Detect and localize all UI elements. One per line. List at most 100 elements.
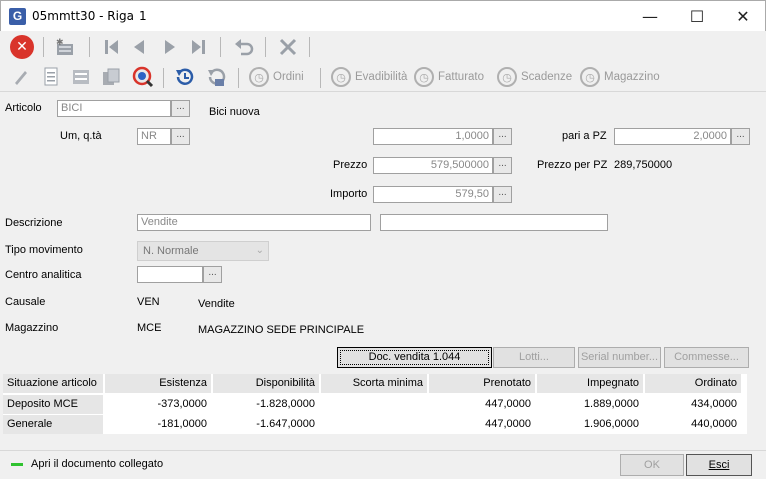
fatturato-button[interactable]: ◷ Fatturato (414, 66, 484, 88)
table-cell: -181,0000 (157, 418, 207, 430)
scadenze-label: Scadenze (521, 71, 573, 83)
importo-field[interactable]: 579,50 (373, 186, 493, 203)
table-row-label: Deposito MCE (3, 395, 103, 414)
undo-icon[interactable] (232, 36, 256, 58)
toolbar-separator (309, 37, 310, 57)
close-window-button[interactable]: ✕ (720, 1, 766, 32)
centro-analitica-field[interactable] (137, 266, 203, 283)
edit-pencil-icon[interactable] (10, 66, 32, 88)
magazzino-description: MAGAZZINO SEDE PRINCIPALE (198, 324, 365, 336)
cancel-record-icon[interactable]: ✕ (10, 35, 34, 59)
situazione-articolo-table: Situazione articolo Esistenza Disponibil… (3, 374, 747, 434)
evadibilita-button[interactable]: ◷ Evadibilità (331, 66, 407, 88)
um-lookup-button[interactable]: ... (171, 128, 190, 145)
table-cell: 447,0000 (485, 398, 531, 410)
serial-number-button[interactable]: Serial number... (578, 347, 661, 368)
window-record-number: 1 (139, 9, 147, 23)
history-icon[interactable] (172, 65, 196, 89)
maximize-button[interactable]: ☐ (674, 1, 720, 32)
articolo-lookup-button[interactable]: ... (171, 100, 190, 117)
ordini-label: Ordini (273, 71, 304, 83)
toolbar-separator (320, 68, 321, 88)
centro-analitica-label: Centro analitica (5, 269, 82, 281)
descrizione-extra-field[interactable] (380, 214, 608, 231)
magazzino-button[interactable]: ◷ Magazzino (580, 66, 660, 88)
commesse-button[interactable]: Commesse... (664, 347, 749, 368)
list-view-icon[interactable] (70, 66, 92, 88)
articolo-label: Articolo (5, 102, 42, 114)
quantity-field[interactable]: 1,0000 (373, 128, 493, 145)
um-field[interactable]: NR (137, 128, 171, 145)
importo-label: Importo (330, 188, 368, 200)
prezzo-lookup-button[interactable]: ... (493, 157, 512, 174)
previous-record-icon[interactable] (128, 36, 150, 58)
chevron-down-icon: ⌄ (255, 245, 264, 256)
last-record-icon[interactable] (188, 36, 210, 58)
tipo-movimento-label: Tipo movimento (5, 244, 83, 256)
pari-a-pz-label: pari a PZ (562, 130, 607, 142)
first-record-icon[interactable] (100, 36, 122, 58)
svg-text:✱: ✱ (56, 38, 64, 48)
ordini-button[interactable]: ◷ Ordini (249, 66, 304, 88)
articolo-description: Bici nuova (209, 106, 260, 118)
tipo-movimento-value: N. Normale (143, 245, 199, 257)
pari-a-pz-field[interactable]: 2,0000 (614, 128, 731, 145)
new-record-icon[interactable]: ✱ (53, 35, 77, 59)
toolbar-separator (220, 37, 221, 57)
table-row-label: Generale (3, 415, 103, 434)
scadenze-icon: ◷ (497, 67, 517, 87)
delete-icon[interactable] (277, 36, 299, 58)
articolo-field[interactable]: BICI (57, 100, 171, 117)
prezzo-field[interactable]: 579,500000 (373, 157, 493, 174)
quantity-lookup-button[interactable]: ... (493, 128, 512, 145)
evadibilita-icon: ◷ (331, 67, 351, 87)
next-record-icon[interactable] (159, 36, 181, 58)
table-header: Scorta minima (321, 374, 427, 393)
scadenze-button[interactable]: ◷ Scadenze (497, 66, 572, 88)
table-cell: 434,0000 (691, 398, 737, 410)
table-header: Impegnato (537, 374, 643, 393)
descrizione-field[interactable]: Vendite (137, 214, 371, 231)
table-cell: -1.647,0000 (256, 418, 315, 430)
doc-vendita-button[interactable]: Doc. vendita 1.044 (337, 347, 492, 368)
centro-analitica-lookup-button[interactable]: ... (203, 266, 222, 283)
status-indicator (11, 463, 23, 466)
search-magnifier-icon[interactable] (131, 65, 155, 89)
minimize-button[interactable]: — (627, 1, 673, 32)
tipo-movimento-select[interactable]: N. Normale ⌄ (137, 241, 269, 261)
fatturato-label: Fatturato (438, 71, 485, 83)
toolbar-separator (163, 68, 164, 88)
magazzino-icon: ◷ (580, 67, 600, 87)
importo-lookup-button[interactable]: ... (493, 186, 512, 203)
table-cell: 447,0000 (485, 418, 531, 430)
table-cell (321, 415, 427, 434)
table-cell (321, 395, 427, 414)
magazzino-label: Magazzino (5, 322, 59, 334)
um-qta-label: Um, q.tà (60, 130, 102, 142)
status-hint: Apri il documento collegato (31, 458, 164, 470)
toolbar-separator (43, 37, 44, 57)
prezzo-label: Prezzo (333, 159, 368, 171)
esci-button[interactable]: Esci (686, 454, 752, 476)
window-title: 05mmtt30 - Riga (32, 9, 134, 23)
evadibilita-label: Evadibilità (355, 71, 408, 83)
secondary-toolbar: ◷ Ordini ◷ Evadibilità ◷ Fatturato ◷ Scadenz… (0, 63, 766, 92)
magazzino-code: MCE (137, 322, 162, 334)
table-header: Ordinato (645, 374, 741, 393)
toolbar-separator (265, 37, 266, 57)
document-icon[interactable] (40, 66, 62, 88)
table-cell: 440,0000 (691, 418, 737, 430)
pari-a-pz-lookup-button[interactable]: ... (731, 128, 750, 145)
table-header: Esistenza (105, 374, 211, 393)
copy-icon[interactable] (100, 66, 122, 88)
lotti-button[interactable]: Lotti... (493, 347, 575, 368)
table-header: Situazione articolo (3, 374, 103, 393)
toolbar-separator (238, 68, 239, 88)
app-logo-icon: G (9, 8, 26, 25)
ok-button[interactable]: OK (620, 454, 684, 476)
history-refresh-icon[interactable] (204, 65, 228, 89)
main-toolbar: ✕ ✱ (0, 31, 766, 63)
table-cell: -373,0000 (157, 398, 207, 410)
toolbar-separator (89, 37, 90, 57)
title-bar: G 05mmtt30 - Riga 1 — ☐ ✕ (0, 0, 766, 31)
